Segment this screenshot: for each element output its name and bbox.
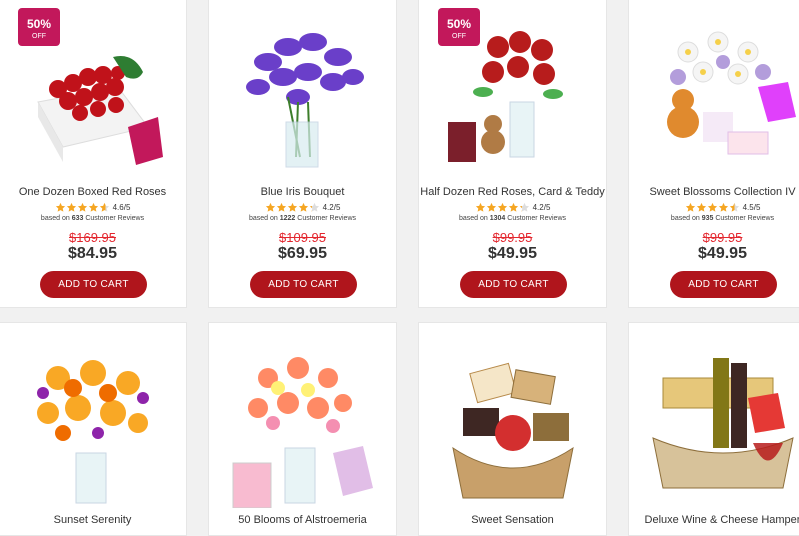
sale-tag: [747, 393, 785, 433]
product-image[interactable]: [209, 333, 396, 513]
review-count: based on 935 Customer Reviews: [670, 215, 775, 222]
sale-price: $84.95: [68, 245, 117, 262]
review-count: based on 633 Customer Reviews: [40, 215, 145, 222]
product-image[interactable]: [629, 7, 799, 177]
product-image[interactable]: [419, 333, 606, 513]
product-rating: 4.2/5 based on 1222 Customer Reviews: [209, 202, 396, 224]
product-name[interactable]: Sweet Blossoms Collection IV: [629, 186, 799, 198]
review-count: based on 1222 Customer Reviews: [248, 215, 357, 222]
product-image[interactable]: [209, 7, 396, 177]
star-rating-icon: [685, 202, 740, 213]
product-rating: 4.2/5 based on 1304 Customer Reviews: [419, 202, 606, 224]
product-name[interactable]: 50 Blooms of Alstroemeria: [209, 514, 396, 526]
svg-text:OFF: OFF: [32, 33, 46, 40]
discount-badge: 50% OFF: [438, 8, 480, 46]
original-price: $99.95: [492, 230, 533, 245]
star-rating-icon: [475, 202, 530, 213]
original-price: $109.95: [279, 230, 326, 245]
product-card[interactable]: Sweet Sensation: [418, 322, 607, 536]
add-to-cart-button[interactable]: ADD TO CART: [670, 271, 777, 298]
original-price: $169.95: [69, 230, 116, 245]
sale-tag: [757, 82, 796, 122]
product-card[interactable]: Blue Iris Bouquet 4.2/5 based on 1222 Cu…: [208, 0, 397, 308]
add-to-cart-button[interactable]: ADD TO CART: [250, 271, 357, 298]
product-card[interactable]: 50% OFF Half Dozen Red Roses, Card & Ted…: [418, 0, 607, 308]
product-image[interactable]: [0, 333, 186, 513]
product-rating: 4.5/5 based on 935 Customer Reviews: [629, 202, 799, 224]
product-card[interactable]: 50 Blooms of Alstroemeria: [208, 322, 397, 536]
review-count: based on 1304 Customer Reviews: [458, 215, 567, 222]
sale-price: $49.95: [698, 245, 747, 262]
svg-text:OFF: OFF: [452, 33, 466, 40]
product-card[interactable]: Sweet Blossoms Collection IV 4.5/5 based…: [628, 0, 799, 308]
product-rating: 4.6/5 based on 633 Customer Reviews: [0, 202, 186, 224]
sale-price: $69.95: [278, 245, 327, 262]
product-name[interactable]: Sweet Sensation: [419, 514, 606, 526]
sale-tag: [332, 446, 373, 496]
star-rating-icon: [265, 202, 320, 213]
discount-badge: 50% OFF: [18, 8, 60, 46]
product-card[interactable]: Sunset Serenity: [0, 322, 187, 536]
product-name[interactable]: Sunset Serenity: [0, 514, 186, 526]
star-rating-icon: [55, 202, 110, 213]
product-name[interactable]: One Dozen Boxed Red Roses: [0, 186, 186, 198]
add-to-cart-button[interactable]: ADD TO CART: [40, 271, 147, 298]
product-card[interactable]: Deluxe Wine & Cheese Hamper: [628, 322, 799, 536]
product-image[interactable]: [629, 333, 799, 513]
product-name[interactable]: Half Dozen Red Roses, Card & Teddy: [419, 186, 606, 198]
product-card[interactable]: 50% OFF One Dozen Boxed Red Roses 4.6/5 …: [0, 0, 187, 308]
product-name[interactable]: Blue Iris Bouquet: [209, 186, 396, 198]
svg-text:50%: 50%: [27, 17, 51, 31]
product-name[interactable]: Deluxe Wine & Cheese Hamper: [629, 514, 799, 526]
sale-price: $49.95: [488, 245, 537, 262]
add-to-cart-button[interactable]: ADD TO CART: [460, 271, 567, 298]
original-price: $99.95: [702, 230, 743, 245]
svg-text:50%: 50%: [447, 17, 471, 31]
